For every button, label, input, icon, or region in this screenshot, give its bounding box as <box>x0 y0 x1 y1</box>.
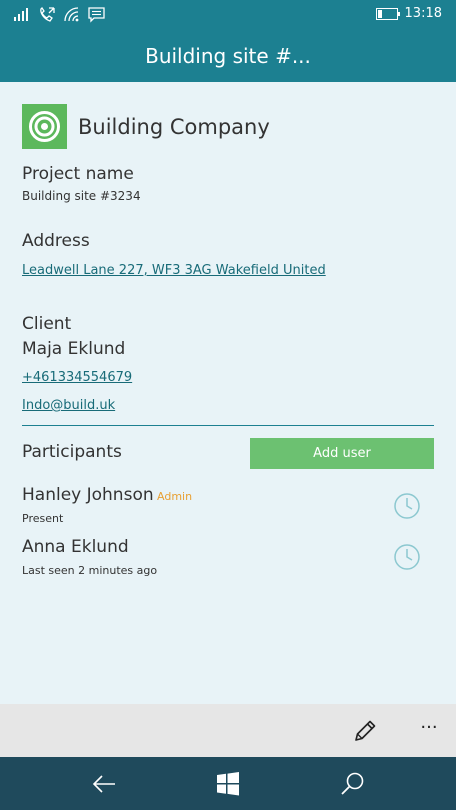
address-label: Address <box>22 231 90 251</box>
participants-label: Participants <box>22 442 122 462</box>
target-icon <box>29 111 60 142</box>
call-forwarding-icon <box>40 7 55 22</box>
more-button[interactable]: ··· <box>414 718 444 742</box>
participant-status: Last seen 2 minutes ago <box>22 564 158 577</box>
wifi-icon <box>64 7 79 22</box>
participant-name: Anna Eklund <box>22 537 129 557</box>
add-user-button[interactable]: Add user <box>250 438 434 469</box>
participant-status: Present <box>22 512 64 525</box>
message-icon <box>88 7 105 23</box>
divider <box>22 425 434 426</box>
project-name-value: Building site #3234 <box>22 189 141 203</box>
app-bar: ··· <box>0 704 456 757</box>
search-icon[interactable] <box>338 770 366 798</box>
edit-icon[interactable] <box>352 718 378 744</box>
signal-icon <box>14 8 28 21</box>
client-email-link[interactable]: Indo@build.uk <box>22 398 115 413</box>
client-name: Maja Eklund <box>22 339 126 359</box>
admin-badge: Admin <box>157 490 193 503</box>
battery-icon <box>376 8 400 20</box>
back-icon[interactable] <box>90 770 118 798</box>
project-details: Building Company Project name Building s… <box>0 82 456 704</box>
company-logo <box>22 104 67 149</box>
project-name-label: Project name <box>22 164 134 184</box>
address-link[interactable]: Leadwell Lane 227, WF3 3AG Wakefield Uni… <box>22 263 326 278</box>
clock-icon[interactable] <box>393 543 421 571</box>
windows-start-icon[interactable] <box>214 770 242 798</box>
status-bar: 13:18 <box>0 0 456 30</box>
company-name: Building Company <box>78 115 270 139</box>
page-title: Building site #... <box>145 44 311 68</box>
client-label: Client <box>22 314 72 334</box>
status-time: 13:18 <box>404 6 442 21</box>
title-bar: Building site #... <box>0 30 456 82</box>
nav-bar <box>0 757 456 810</box>
clock-icon[interactable] <box>393 492 421 520</box>
client-phone-link[interactable]: +461334554679 <box>22 370 132 385</box>
participant-name: Hanley Johnson <box>22 485 154 505</box>
